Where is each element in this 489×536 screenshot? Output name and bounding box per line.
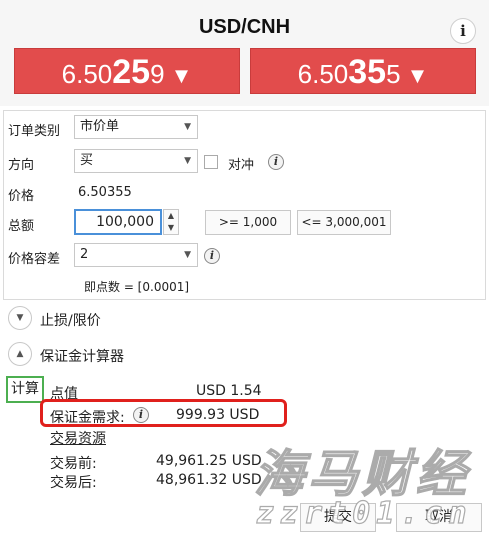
submit-button[interactable]: 提交: [300, 503, 376, 532]
before-trade-label: 交易前:: [50, 456, 97, 472]
hedge-label: 对冲: [228, 158, 255, 173]
bid-big-digits: 25: [112, 53, 151, 91]
direction-value: 买: [80, 153, 94, 168]
margin-requirement-label: 保证金需求:: [50, 410, 125, 426]
ask-suffix: 5: [386, 59, 401, 89]
calculate-button[interactable]: 计算: [6, 376, 44, 403]
down-arrow-icon: ▼: [406, 63, 429, 88]
pip-note: 即点数 = [0.0001]: [84, 280, 190, 294]
before-trade-value: 49,961.25 USD: [156, 453, 262, 469]
after-trade-value: 48,961.32 USD: [156, 472, 262, 488]
amount-stepper[interactable]: ▲ ▼: [163, 209, 179, 235]
after-trade-label: 交易后:: [50, 475, 97, 491]
order-type-label: 订单类别: [8, 124, 61, 139]
margin-requirement-value: 999.93 USD: [176, 407, 260, 423]
stop-loss-expand-button[interactable]: ▼: [8, 306, 32, 330]
bid-prefix: 6.50: [61, 59, 113, 89]
margin-info-icon[interactable]: i: [133, 407, 149, 423]
buy-price-button[interactable]: 6.50355 ▼: [250, 48, 476, 94]
max-amount-button[interactable]: <= 3,000,001: [297, 210, 391, 235]
stepper-down-icon[interactable]: ▼: [164, 222, 178, 234]
price-value: 6.50355: [78, 185, 132, 200]
chevron-down-icon: ▼: [184, 156, 191, 166]
stepper-up-icon[interactable]: ▲: [164, 210, 178, 222]
watermark-cn-text: 海马财经: [253, 444, 470, 504]
chevron-down-icon: ▼: [184, 250, 191, 260]
amount-label: 总额: [8, 219, 35, 234]
chevron-down-icon: ▼: [16, 313, 24, 323]
tolerance-value: 2: [80, 247, 89, 262]
info-icon[interactable]: i: [450, 18, 476, 44]
direction-label: 方向: [8, 158, 35, 173]
order-type-value: 市价单: [80, 119, 120, 134]
cancel-button[interactable]: 取消: [396, 503, 482, 532]
hedge-info-icon[interactable]: i: [268, 154, 284, 170]
price-label: 价格: [8, 189, 35, 204]
direction-select[interactable]: 买 ▼: [74, 149, 198, 173]
amount-input[interactable]: 100,000: [74, 209, 162, 235]
instrument-title: USD/CNH: [198, 16, 291, 38]
tolerance-info-icon[interactable]: i: [204, 248, 220, 264]
down-arrow-icon: ▼: [170, 63, 193, 88]
chevron-down-icon: ▼: [184, 122, 191, 132]
chevron-up-icon: ▲: [16, 349, 24, 359]
ask-prefix: 6.50: [297, 59, 349, 89]
ask-big-digits: 35: [348, 53, 387, 91]
min-amount-button[interactable]: >= 1,000: [205, 210, 291, 235]
order-type-select[interactable]: 市价单 ▼: [74, 115, 198, 139]
tolerance-label: 价格容差: [8, 252, 61, 267]
bid-suffix: 9: [150, 59, 165, 89]
hedge-checkbox[interactable]: [204, 155, 218, 169]
trading-resources-link[interactable]: 交易资源: [50, 428, 106, 448]
tolerance-select[interactable]: 2 ▼: [74, 243, 198, 267]
pip-value: USD 1.54: [196, 383, 262, 399]
sell-price-button[interactable]: 6.50259 ▼: [14, 48, 240, 94]
margin-calc-collapse-button[interactable]: ▲: [8, 342, 32, 366]
margin-calc-section-label[interactable]: 保证金计算器: [40, 346, 124, 366]
stop-loss-section-label[interactable]: 止损/限价: [40, 310, 101, 330]
